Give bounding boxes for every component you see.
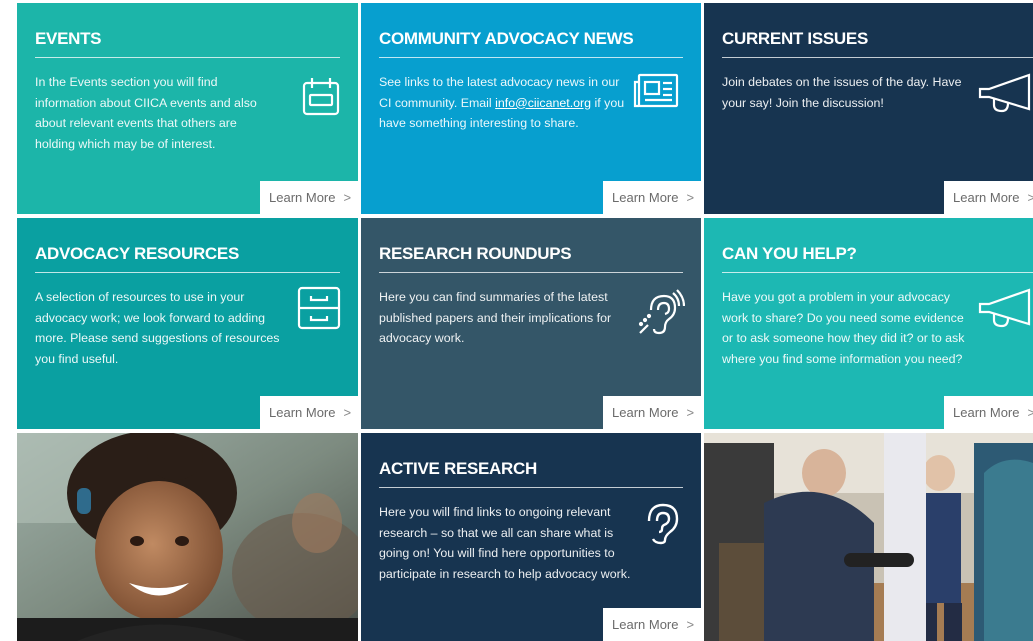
megaphone-icon [978,73,1031,113]
chevron-right-icon: > [686,617,695,632]
photo-illustration [17,433,358,641]
learn-more-label: Learn More [612,190,679,205]
research-roundups-description: Here you can find summaries of the lates… [379,290,612,345]
divider [35,57,340,58]
current-issues-title: CURRENT ISSUES [722,29,868,48]
news-tile: COMMUNITY ADVOCACY NEWS See links to the… [361,3,701,214]
hearing-icon [638,289,685,335]
news-description: See links to the latest advocacy news in… [379,72,629,134]
girl-with-cochlear-implant-photo [17,433,358,641]
learn-more-label: Learn More [612,405,679,420]
events-learn-more-button[interactable]: Learn More > [260,181,358,214]
can-you-help-learn-more-button[interactable]: Learn More > [944,396,1033,429]
newspaper-icon [633,73,679,108]
active-research-tile: ACTIVE RESEARCH Here you will find links… [361,433,701,641]
divider [379,272,683,273]
can-you-help-description: Have you got a problem in your advocacy … [722,290,965,366]
ear-icon [647,503,679,545]
calendar-icon [302,78,340,116]
advocacy-resources-description: A selection of resources to use in your … [35,290,280,366]
filing-cabinet-icon [297,286,341,330]
events-tile: EVENTS In the Events section you will fi… [17,3,358,214]
boy-interviewed-by-press-photo [704,433,1033,641]
photo-illustration [704,433,1033,641]
advocacy-resources-title: ADVOCACY RESOURCES [35,244,239,263]
learn-more-label: Learn More [612,617,679,632]
research-roundups-tile: RESEARCH ROUNDUPS Here you can find summ… [361,218,701,429]
current-issues-description: Join debates on the issues of the day. H… [722,75,962,110]
megaphone-icon [978,288,1031,328]
chevron-right-icon: > [1027,405,1033,420]
active-research-description: Here you will find links to ongoing rele… [379,505,631,581]
active-research-title: ACTIVE RESEARCH [379,459,537,478]
active-research-learn-more-button[interactable]: Learn More > [603,608,701,641]
chevron-right-icon: > [1027,190,1033,205]
chevron-right-icon: > [686,190,695,205]
news-title: COMMUNITY ADVOCACY NEWS [379,29,634,48]
email-link[interactable]: info@ciicanet.org [495,96,591,110]
events-description: In the Events section you will find info… [35,75,257,151]
current-issues-tile: CURRENT ISSUES Join debates on the issue… [704,3,1033,214]
news-learn-more-button[interactable]: Learn More > [603,181,701,214]
chevron-right-icon: > [343,190,352,205]
divider [35,272,340,273]
divider [722,57,1033,58]
research-roundups-title: RESEARCH ROUNDUPS [379,244,572,263]
chevron-right-icon: > [343,405,352,420]
divider [379,57,683,58]
advocacy-resources-tile: ADVOCACY RESOURCES A selection of resour… [17,218,358,429]
research-roundups-learn-more-button[interactable]: Learn More > [603,396,701,429]
can-you-help-tile: CAN YOU HELP? Have you got a problem in … [704,218,1033,429]
events-title: EVENTS [35,29,102,48]
divider [722,272,1033,273]
can-you-help-title: CAN YOU HELP? [722,244,857,263]
learn-more-label: Learn More [953,405,1020,420]
chevron-right-icon: > [686,405,695,420]
learn-more-label: Learn More [269,190,336,205]
learn-more-label: Learn More [953,190,1020,205]
current-issues-learn-more-button[interactable]: Learn More > [944,181,1033,214]
learn-more-label: Learn More [269,405,336,420]
advocacy-resources-learn-more-button[interactable]: Learn More > [260,396,358,429]
divider [379,487,683,488]
